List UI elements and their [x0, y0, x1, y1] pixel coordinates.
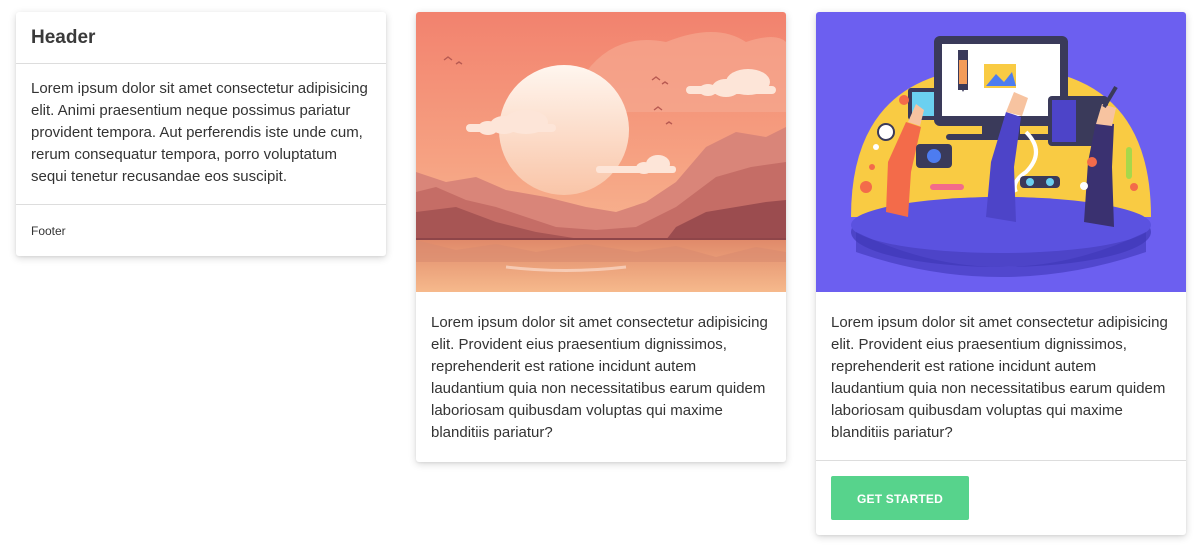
sunset-landscape-image: [416, 12, 786, 292]
get-started-button[interactable]: GET STARTED: [831, 476, 969, 520]
card-basic: Header Lorem ipsum dolor sit amet consec…: [16, 12, 386, 256]
card-footer: Footer: [16, 204, 386, 256]
card-body-text: Lorem ipsum dolor sit amet consectetur a…: [31, 80, 368, 185]
card-body-text: Lorem ipsum dolor sit amet consectetur a…: [431, 314, 768, 441]
card-header: Header: [16, 12, 386, 64]
workspace-hands-image: [816, 12, 1186, 292]
card-footer: GET STARTED: [816, 460, 1186, 535]
card-body-text: Lorem ipsum dolor sit amet consectetur a…: [831, 314, 1168, 441]
card-image-landscape: Lorem ipsum dolor sit amet consectetur a…: [416, 12, 786, 462]
card-image-cta: Lorem ipsum dolor sit amet consectetur a…: [816, 12, 1186, 535]
